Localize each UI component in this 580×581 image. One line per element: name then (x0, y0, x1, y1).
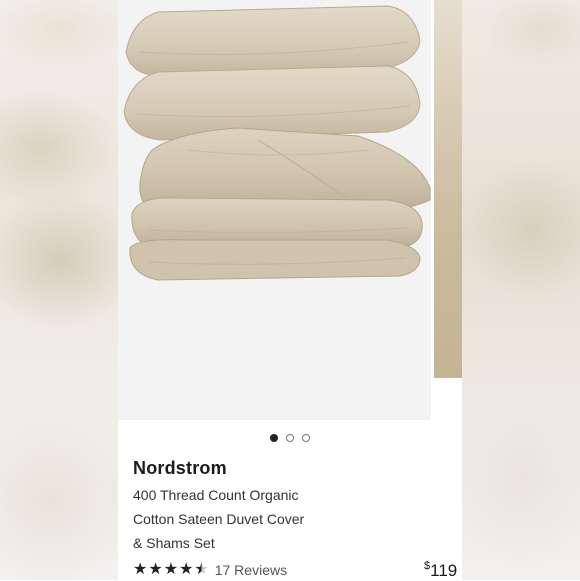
next-image-peek[interactable] (431, 0, 462, 420)
blurred-backdrop-right (462, 0, 580, 580)
star-icon: ★ (133, 561, 148, 578)
carousel-dot-3[interactable] (302, 434, 310, 442)
product-card[interactable]: Nordstrom 400 Thread Count Organic Cotto… (118, 0, 462, 580)
reviews-link[interactable]: 17 Reviews (215, 562, 287, 578)
star-rating: ★ ★ ★ ★ ★ (133, 562, 209, 578)
carousel-dots (118, 434, 462, 446)
product-name-line-3: & Shams Set (133, 535, 215, 551)
star-icon: ★ (179, 561, 194, 578)
next-image-thumbnail (434, 0, 462, 378)
star-icon: ★ (163, 561, 179, 578)
rating-row[interactable]: ★ ★ ★ ★ ★ 17 Reviews (133, 562, 287, 579)
bedding-illustration (123, 5, 431, 281)
product-image[interactable] (118, 0, 431, 420)
star-icon: ★ (148, 561, 163, 578)
carousel-dot-1[interactable] (270, 434, 278, 442)
brand-name[interactable]: Nordstrom (133, 458, 227, 479)
half-star-icon: ★ (194, 561, 209, 578)
price: $119 (424, 560, 458, 581)
blurred-backdrop-left (0, 0, 118, 580)
product-name[interactable]: 400 Thread Count Organic Cotton Sateen D… (133, 483, 363, 555)
price-currency: $ (424, 560, 431, 572)
price-amount: 119 (430, 561, 458, 580)
carousel-dot-2[interactable] (286, 434, 294, 442)
product-name-line-1: 400 Thread Count Organic (133, 487, 299, 503)
product-name-line-2: Cotton Sateen Duvet Cover (133, 511, 305, 527)
